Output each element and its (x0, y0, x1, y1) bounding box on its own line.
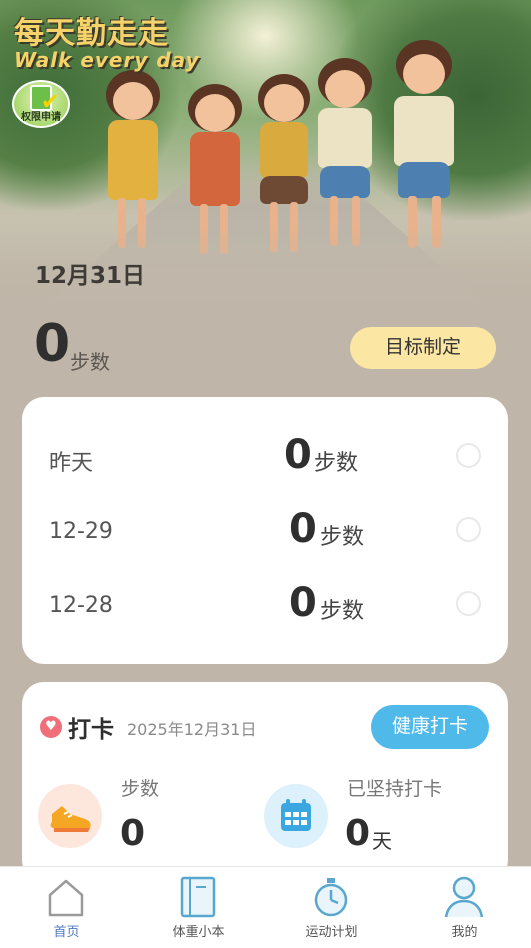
date-label: 12月31日 (35, 263, 146, 289)
nav-item-mine[interactable]: 我的 (398, 867, 531, 948)
history-row[interactable]: 昨天 0 步数 (22, 429, 508, 489)
checkin-card: ♥ 打卡 2025年12月31日 健康打卡 步数 0 已坚持打卡 0 天 (22, 682, 508, 882)
kid-illustration (388, 40, 460, 258)
history-day: 昨天 (49, 451, 94, 476)
nav-label: 体重小本 (172, 925, 225, 940)
streak-label: 已坚持打卡 (347, 778, 443, 800)
heart-icon: ♥ (40, 716, 62, 738)
shoe-icon (38, 784, 102, 848)
stopwatch-icon (314, 878, 348, 917)
history-row[interactable]: 12-28 0 步数 (22, 577, 508, 637)
history-day: 12-28 (49, 593, 113, 618)
nav-item-home[interactable]: 首页 (0, 867, 133, 948)
nav-label: 运动计划 (305, 925, 358, 940)
history-steps: 0 (284, 432, 312, 478)
today-steps-value: 0 (34, 314, 71, 374)
nav-item-weight-notebook[interactable]: 体重小本 (132, 867, 265, 948)
nav-label: 首页 (53, 925, 80, 940)
streak-unit: 天 (372, 829, 392, 853)
calendar-icon (264, 784, 328, 848)
banner-title: 每天勤走走 (14, 16, 169, 51)
history-radio[interactable] (456, 443, 481, 468)
history-unit: 步数 (320, 599, 365, 624)
nav-item-exercise-plan[interactable]: 运动计划 (265, 867, 398, 948)
notebook-icon (180, 876, 216, 918)
checkin-title: 打卡 (68, 717, 114, 743)
streak-value: 0 (345, 813, 371, 854)
health-checkin-button[interactable]: 健康打卡 (371, 705, 489, 749)
goal-setting-button[interactable]: 目标制定 (350, 327, 496, 369)
today-steps-unit: 步数 (70, 350, 110, 374)
history-steps: 0 (289, 506, 317, 552)
history-row[interactable]: 12-29 0 步数 (22, 503, 508, 563)
kid-illustration (312, 58, 378, 258)
history-unit: 步数 (320, 525, 365, 550)
checkin-date: 2025年12月31日 (127, 720, 257, 739)
history-day: 12-29 (49, 519, 113, 544)
banner-subtitle: Walk every day (14, 48, 200, 72)
history-steps: 0 (289, 580, 317, 626)
hero-banner: 每天勤走走 Walk every day ✔ 权限申请 12月31日 (0, 0, 531, 310)
steps-label: 步数 (121, 778, 160, 800)
bottom-nav: 首页 体重小本 运动计划 我的 (0, 866, 531, 948)
person-icon (444, 876, 484, 918)
home-icon (48, 879, 84, 917)
history-radio[interactable] (456, 591, 481, 616)
nav-label: 我的 (451, 925, 478, 940)
steps-value: 0 (120, 813, 146, 854)
history-unit: 步数 (314, 451, 359, 476)
history-card: 昨天 0 步数 12-29 0 步数 12-28 0 步数 (22, 397, 508, 664)
permission-label: 权限申请 (21, 112, 61, 123)
history-radio[interactable] (456, 517, 481, 542)
permission-request-button[interactable]: ✔ 权限申请 (12, 80, 70, 128)
